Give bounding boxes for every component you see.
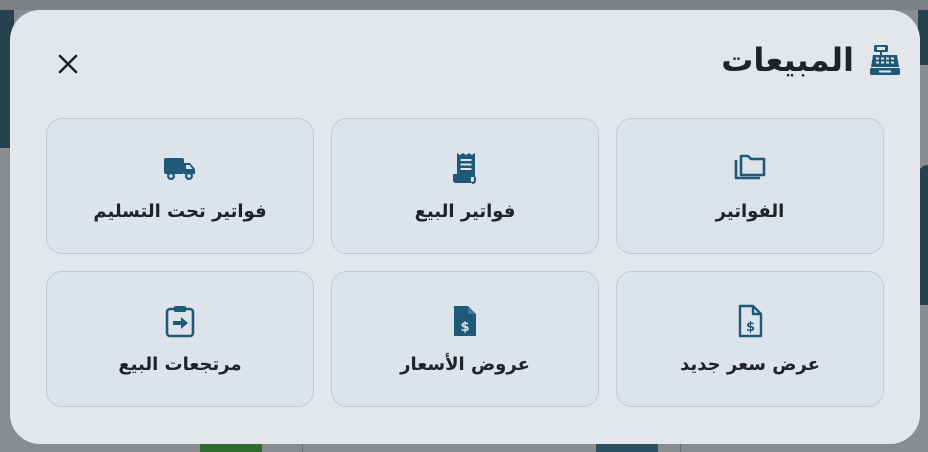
modal-title: المبيعات <box>721 41 854 79</box>
tile-sales-returns[interactable]: مرتجعات البيع <box>46 271 314 407</box>
sales-modal: المبيعات الفواتير فواتير البيع فواتير تح… <box>10 10 920 444</box>
folder-icon <box>730 148 770 188</box>
clipboard-arrow-icon <box>160 301 200 341</box>
svg-text:$: $ <box>746 320 755 335</box>
tile-label: الفواتير <box>715 201 785 222</box>
tile-invoices-under-delivery[interactable]: فواتير تحت التسليم <box>46 118 314 254</box>
svg-text:$: $ <box>460 320 469 335</box>
sales-options-grid: الفواتير فواتير البيع فواتير تحت التسليم… <box>46 118 884 407</box>
cash-register-icon <box>868 43 902 77</box>
tile-label: عرض سعر جديد <box>680 354 820 375</box>
file-dollar-icon: $ <box>445 301 485 341</box>
tile-label: فواتير البيع <box>414 201 516 222</box>
tile-label: فواتير تحت التسليم <box>93 201 267 222</box>
tile-label: مرتجعات البيع <box>118 354 242 375</box>
truck-icon <box>160 148 200 188</box>
tile-label: عروض الأسعار <box>400 354 530 375</box>
tile-invoices[interactable]: الفواتير <box>616 118 884 254</box>
tile-sales-invoices[interactable]: فواتير البيع <box>331 118 599 254</box>
close-icon <box>54 50 82 82</box>
file-dollar-outline-icon: $ <box>730 301 770 341</box>
close-button[interactable] <box>50 48 86 84</box>
receipt-icon <box>445 148 485 188</box>
tile-quotations[interactable]: $ عروض الأسعار <box>331 271 599 407</box>
modal-header: المبيعات <box>721 40 902 80</box>
tile-new-quotation[interactable]: $ عرض سعر جديد <box>616 271 884 407</box>
